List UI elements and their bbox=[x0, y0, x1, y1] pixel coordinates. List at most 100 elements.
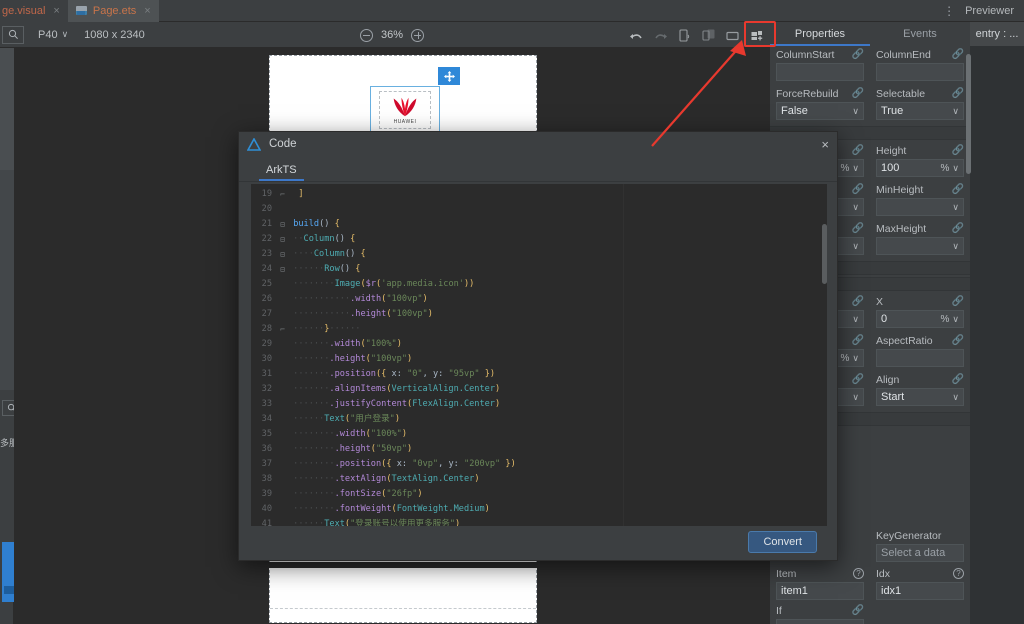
code-fold-marker[interactable] bbox=[277, 487, 288, 502]
chevron-down-icon[interactable]: ∨ bbox=[852, 106, 859, 117]
property-input-height[interactable]: 100% ∨ bbox=[876, 159, 964, 177]
code-fold-marker[interactable] bbox=[277, 457, 288, 472]
chevron-down-icon[interactable]: ∨ bbox=[952, 314, 959, 325]
huawei-wordmark: HUAWEI bbox=[393, 118, 417, 125]
property-input-forcerebuild[interactable]: False ∨ bbox=[776, 102, 864, 120]
code-fold-marker[interactable] bbox=[277, 412, 288, 427]
link-icon[interactable]: 🔗 bbox=[952, 223, 964, 234]
code-fold-marker[interactable] bbox=[277, 352, 288, 367]
property-input-align[interactable]: Start ∨ bbox=[876, 388, 964, 406]
code-fold-marker[interactable] bbox=[277, 442, 288, 457]
idx-input[interactable]: idx1 bbox=[876, 582, 964, 600]
zoom-in-button[interactable] bbox=[411, 28, 425, 42]
link-icon[interactable]: 🔗 bbox=[852, 184, 864, 195]
help-icon[interactable]: ? bbox=[953, 568, 964, 579]
link-icon[interactable]: 🔗 bbox=[852, 223, 864, 234]
device-selector[interactable]: P40 ∨ bbox=[38, 29, 68, 41]
link-icon[interactable]: 🔗 bbox=[852, 374, 864, 385]
tab-properties[interactable]: Properties bbox=[770, 22, 870, 46]
code-token: "200vp" bbox=[464, 459, 501, 469]
if-input[interactable]: ∨ bbox=[776, 619, 864, 624]
chevron-down-icon[interactable]: ∨ bbox=[852, 241, 859, 252]
code-dialog[interactable]: Code × ArkTS 19 ⌐ ] 20 21 ⊟ build() {22 ⊟ ··C… bbox=[238, 131, 838, 561]
code-editor-area[interactable]: 19 ⌐ ] 20 21 ⊟ build() {22 ⊟ ··Column() {23 ⊟ … bbox=[251, 184, 827, 526]
code-token: ········ bbox=[288, 489, 335, 499]
link-icon[interactable]: 🔗 bbox=[952, 49, 964, 60]
chevron-down-icon[interactable]: ∨ bbox=[852, 202, 859, 213]
property-value: 0 bbox=[881, 313, 888, 325]
code-fold-marker[interactable] bbox=[277, 472, 288, 487]
code-fold-marker[interactable]: ⊟ bbox=[277, 262, 288, 277]
close-icon[interactable]: × bbox=[53, 5, 59, 17]
chevron-down-icon[interactable]: ∨ bbox=[852, 353, 859, 364]
zoom-out-button[interactable] bbox=[360, 28, 373, 42]
zoom-controls: 36% bbox=[360, 22, 425, 48]
link-icon[interactable]: 🔗 bbox=[852, 605, 864, 616]
chevron-down-icon[interactable]: ∨ bbox=[952, 202, 959, 213]
code-fold-marker[interactable] bbox=[277, 502, 288, 517]
chevron-down-icon[interactable]: ∨ bbox=[952, 163, 959, 174]
convert-button[interactable]: Convert bbox=[748, 531, 817, 553]
property-label: MaxHeight 🔗 bbox=[876, 220, 964, 237]
link-icon[interactable]: 🔗 bbox=[852, 335, 864, 346]
chevron-down-icon[interactable]: ∨ bbox=[952, 106, 959, 117]
chevron-down-icon[interactable]: ∨ bbox=[852, 314, 859, 325]
link-icon[interactable]: 🔗 bbox=[952, 145, 964, 156]
code-fold-marker[interactable] bbox=[277, 367, 288, 382]
code-fold-marker[interactable] bbox=[277, 202, 288, 217]
link-icon[interactable]: 🔗 bbox=[952, 184, 964, 195]
help-icon[interactable]: ? bbox=[853, 568, 864, 579]
code-fold-marker[interactable] bbox=[277, 427, 288, 442]
code-fold-marker[interactable]: ⌐ bbox=[277, 322, 288, 337]
code-editor-scrollbar[interactable] bbox=[822, 224, 827, 284]
link-icon[interactable]: 🔗 bbox=[852, 296, 864, 307]
code-fold-marker[interactable]: ⊟ bbox=[277, 247, 288, 262]
code-token: .alignItems bbox=[329, 384, 387, 394]
search-device-button[interactable] bbox=[2, 25, 24, 44]
tab-events[interactable]: Events bbox=[870, 22, 970, 46]
code-fold-marker[interactable] bbox=[277, 277, 288, 292]
tab-visual-file[interactable]: ge.visual × bbox=[0, 0, 68, 22]
item-input[interactable]: item1 bbox=[776, 582, 864, 600]
code-token: .height bbox=[329, 354, 366, 364]
more-options-icon[interactable]: ⋮ bbox=[943, 4, 955, 18]
code-fold-marker[interactable]: ⌐ bbox=[277, 187, 288, 202]
property-input-aspectratio[interactable] bbox=[876, 349, 964, 367]
code-fold-marker[interactable]: ⊟ bbox=[277, 217, 288, 232]
chevron-down-icon[interactable]: ∨ bbox=[852, 392, 859, 403]
code-fold-marker[interactable]: ⊟ bbox=[277, 232, 288, 247]
link-icon[interactable]: 🔗 bbox=[852, 49, 864, 60]
chevron-down-icon[interactable]: ∨ bbox=[952, 241, 959, 252]
code-fold-marker[interactable] bbox=[277, 337, 288, 352]
code-editor[interactable]: 19 ⌐ ] 20 21 ⊟ build() {22 ⊟ ··Column() {23 ⊟ … bbox=[251, 184, 623, 526]
code-fold-marker[interactable] bbox=[277, 397, 288, 412]
code-fold-marker[interactable] bbox=[277, 382, 288, 397]
property-input-columnend[interactable] bbox=[876, 63, 964, 81]
close-icon[interactable]: × bbox=[821, 138, 829, 151]
property-input-maxheight[interactable]: ∨ bbox=[876, 237, 964, 255]
link-icon[interactable]: 🔗 bbox=[952, 335, 964, 346]
close-icon[interactable]: × bbox=[144, 5, 150, 17]
property-input-selectable[interactable]: True ∨ bbox=[876, 102, 964, 120]
tab-page-ets[interactable]: Page.ets × bbox=[67, 0, 159, 22]
property-suffix: % ∨ bbox=[941, 163, 960, 174]
property-input-minheight[interactable]: ∨ bbox=[876, 198, 964, 216]
link-icon[interactable]: 🔗 bbox=[952, 296, 964, 307]
code-fold-marker[interactable] bbox=[277, 307, 288, 322]
chevron-down-icon[interactable]: ∨ bbox=[952, 392, 959, 403]
property-input-x[interactable]: 0% ∨ bbox=[876, 310, 964, 328]
key-generator-input[interactable]: Select a data bbox=[876, 544, 964, 562]
dialog-tabs: ArkTS bbox=[239, 156, 837, 182]
code-line-text: ······Row() { bbox=[288, 262, 360, 277]
tab-arkts[interactable]: ArkTS bbox=[259, 164, 304, 181]
link-icon[interactable]: 🔗 bbox=[952, 88, 964, 99]
link-icon[interactable]: 🔗 bbox=[952, 374, 964, 385]
chevron-down-icon[interactable]: ∨ bbox=[852, 163, 859, 174]
property-input-columnstart[interactable] bbox=[776, 63, 864, 81]
previewer-entry-label[interactable]: entry : ... bbox=[970, 22, 1024, 46]
link-icon[interactable]: 🔗 bbox=[852, 88, 864, 99]
move-handle-icon[interactable] bbox=[438, 67, 460, 85]
code-fold-marker[interactable] bbox=[277, 292, 288, 307]
link-icon[interactable]: 🔗 bbox=[852, 145, 864, 156]
properties-scrollbar[interactable] bbox=[966, 54, 971, 174]
